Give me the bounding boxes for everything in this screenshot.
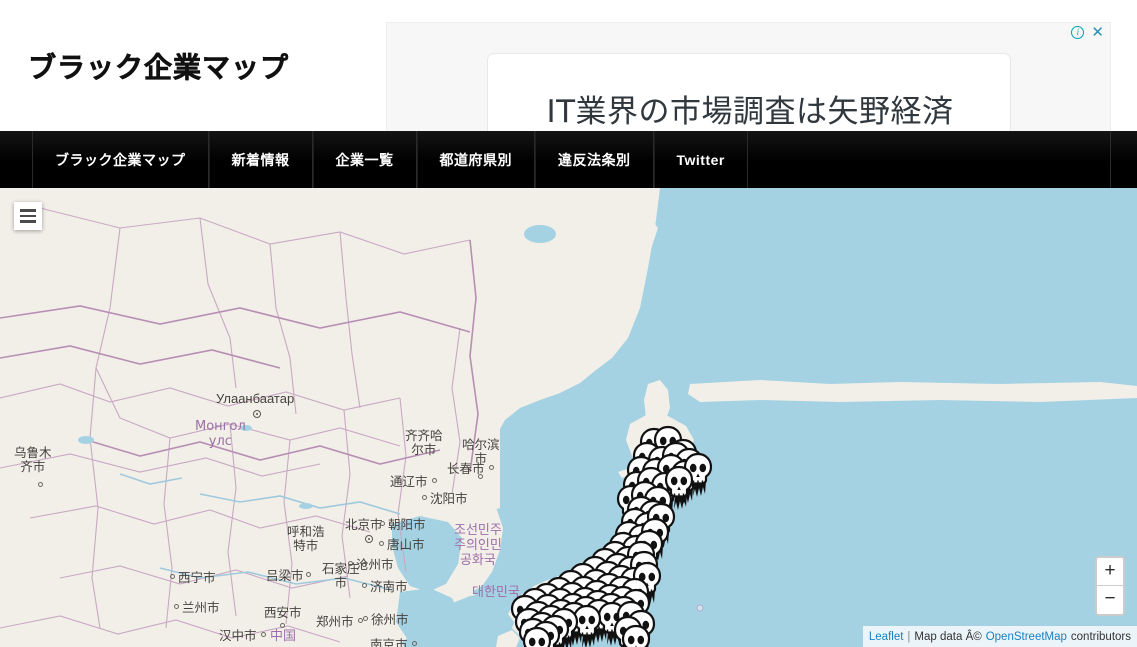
ad-card[interactable]: IT業界の市場調査は矢野経済 [487, 53, 1011, 131]
hamburger-bar [20, 214, 36, 218]
city-dot-icon [170, 574, 175, 579]
city-dot-icon [363, 616, 368, 621]
zoom-out-button[interactable]: − [1097, 586, 1123, 614]
city-dot-icon [412, 641, 417, 646]
site-header: ブラック企業マップ i ✕ IT業界の市場調査は矢野経済 [0, 0, 1137, 131]
city-dot-icon [306, 572, 311, 577]
page-root: ブラック企業マップ i ✕ IT業界の市場調査は矢野経済 ブラック企業マップ 新着… [0, 0, 1137, 647]
city-dot-icon [380, 521, 385, 526]
nav-item-list: ブラック企業マップ 新着情報 企業一覧 都道府県別 違反法条別 Twitter [32, 131, 748, 188]
nav-right-divider [1110, 131, 1111, 188]
zoom-in-button[interactable]: + [1097, 558, 1123, 586]
city-dot-icon [348, 561, 353, 566]
city-dot-icon [422, 495, 427, 500]
hamburger-bar [20, 220, 36, 223]
ad-headline: IT業界の市場調査は矢野経済 [546, 94, 954, 130]
ad-info-icon[interactable]: i [1071, 26, 1085, 39]
ad-close-icon[interactable]: ✕ [1091, 25, 1104, 40]
hamburger-menu-icon[interactable] [14, 202, 42, 230]
advertisement-frame[interactable]: i ✕ IT業界の市場調査は矢野経済 [386, 22, 1111, 131]
skull-marker-icon[interactable] [619, 623, 653, 647]
city-dot-icon [478, 474, 483, 479]
nav-item-1[interactable]: 新着情報 [208, 131, 313, 188]
city-dot-icon [379, 541, 384, 546]
main-navigation: ブラック企業マップ 新着情報 企業一覧 都道府県別 違反法条別 Twitter [0, 131, 1137, 188]
openstreetmap-link[interactable]: OpenStreetMap [986, 631, 1067, 643]
attribution-map-data: Map data Â© [914, 630, 982, 643]
city-dot-icon [38, 482, 43, 487]
nav-item-2[interactable]: 企業一覧 [312, 131, 417, 188]
city-dot-icon [280, 623, 285, 628]
site-logo[interactable]: ブラック企業マップ [28, 46, 289, 86]
city-dot-icon [362, 562, 367, 567]
nav-item-3[interactable]: 都道府県別 [416, 131, 535, 188]
leaflet-link[interactable]: Leaflet [869, 631, 904, 643]
city-dot-icon [489, 465, 494, 470]
nav-item-0[interactable]: ブラック企業マップ [32, 131, 209, 188]
city-dot-icon [362, 583, 367, 588]
map-attribution: Leaflet | Map data Â© OpenStreetMap cont… [862, 626, 1137, 647]
ad-controls: i ✕ [1071, 25, 1104, 40]
city-dot-icon [261, 632, 266, 637]
map-zoom-controls: + − [1095, 556, 1125, 616]
capital-marker-icon [253, 410, 261, 418]
city-dot-icon [432, 478, 437, 483]
attribution-contributors: contributors [1070, 630, 1131, 643]
attribution-separator: | [907, 630, 911, 643]
leaflet-map[interactable]: Улаанбаатар Монгол улс 乌鲁木 齐市 齐齐哈 尔市 哈尔滨 市通辽… [0, 188, 1137, 647]
nav-item-5[interactable]: Twitter [653, 131, 748, 188]
nav-item-4[interactable]: 違反法条別 [535, 131, 654, 188]
city-dot-icon [174, 604, 179, 609]
hamburger-bar [20, 209, 36, 212]
capital-marker-icon [365, 535, 373, 543]
skull-marker-icon[interactable] [520, 625, 554, 647]
